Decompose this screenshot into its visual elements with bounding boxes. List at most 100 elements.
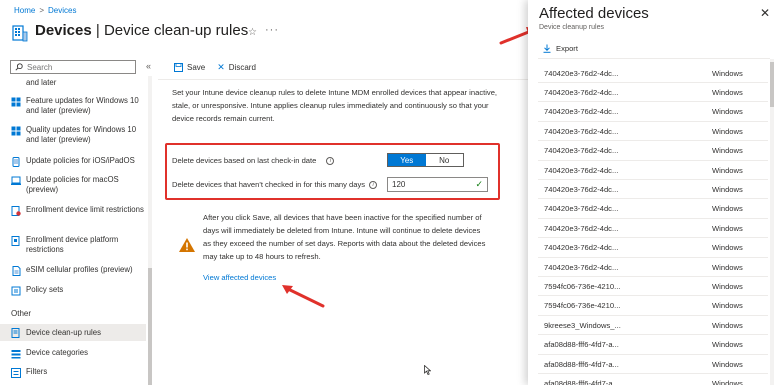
sidebar-item-enrollment-platform[interactable]: Enrollment device platform restrictions	[0, 235, 146, 255]
windows-update-icon	[11, 126, 21, 136]
phone-update-icon	[12, 157, 20, 167]
sidebar-item-filters[interactable]: Filters	[0, 367, 146, 378]
sidebar-item-label: Policy sets	[26, 285, 64, 294]
device-name-cell: 740420e3-76d2-4dc...	[544, 262, 619, 272]
device-name-cell: 9kreese3_Windows_...	[544, 320, 621, 330]
table-row[interactable]: 740420e3-76d2-4dc... Windows	[538, 103, 768, 122]
info-icon[interactable]: i	[369, 180, 378, 189]
device-os-cell: Windows	[712, 223, 743, 233]
table-row[interactable]: 740420e3-76d2-4dc... Windows	[538, 258, 768, 277]
export-button[interactable]: Export	[543, 44, 578, 53]
device-name-cell: 740420e3-76d2-4dc...	[544, 184, 619, 194]
table-row[interactable]: 740420e3-76d2-4dc... Windows	[538, 83, 768, 103]
sidebar-item-and-later[interactable]: and later	[0, 78, 146, 89]
table-row[interactable]: afa08d88-fff6-4fd7-a... Windows	[538, 374, 768, 385]
delete-setting-label: Delete devices based on last check-in da…	[172, 156, 317, 165]
laptop-update-icon	[11, 176, 21, 185]
device-name-cell: afa08d88-fff6-4fd7-a...	[544, 359, 619, 369]
breadcrumb: Home > Devices	[14, 6, 76, 15]
sidebar-item-label: Device clean-up rules	[26, 327, 101, 337]
device-name-cell: 740420e3-76d2-4dc...	[544, 243, 619, 253]
search-input[interactable]	[27, 62, 127, 72]
page-title: Devices | Device clean-up rules	[35, 22, 248, 39]
sidebar-item-quality-updates[interactable]: Quality updates for Windows 10 and later…	[0, 125, 146, 145]
sidebar-item-device-categories[interactable]: Device categories	[0, 348, 146, 359]
sidebar-item-label: and later	[26, 78, 57, 87]
page-title-bold: Devices	[35, 22, 92, 39]
sidebar-item-device-cleanup-rules[interactable]: Device clean-up rules	[0, 324, 146, 341]
search-box[interactable]	[10, 60, 136, 74]
sidebar-item-label: Enrollment device limit restrictions	[26, 205, 144, 214]
info-icon[interactable]: i	[326, 156, 335, 165]
device-name-cell: 740420e3-76d2-4dc...	[544, 165, 619, 175]
sidebar-item-label: Filters	[26, 367, 48, 376]
breadcrumb-home-link[interactable]: Home	[14, 6, 35, 15]
table-row[interactable]: 7594fc06-736e-4210... Windows	[538, 277, 768, 297]
device-os-cell: Windows	[712, 281, 743, 291]
cleanup-rules-icon	[11, 327, 20, 338]
sidebar-nav: and later Feature updates for Windows 10…	[0, 76, 146, 385]
device-os-cell: Windows	[712, 320, 743, 330]
close-icon[interactable]: ✕	[760, 6, 770, 20]
toggle-no[interactable]: No	[426, 154, 464, 166]
device-os-cell: Windows	[712, 204, 743, 214]
table-row[interactable]: 740420e3-76d2-4dc... Windows	[538, 161, 768, 180]
sidebar-item-label: Enrollment device platform restrictions	[26, 235, 119, 254]
device-os-cell: Windows	[712, 87, 743, 97]
filters-icon	[11, 368, 21, 378]
days-setting-label: Delete devices that haven't checked in f…	[172, 180, 366, 189]
sidebar-scrollbar-thumb[interactable]	[148, 268, 152, 385]
delete-toggle[interactable]: Yes No	[387, 153, 464, 167]
sidebar-item-ios-updates[interactable]: Update policies for iOS/iPadOS	[0, 156, 146, 167]
save-button-label: Save	[187, 63, 206, 72]
enrollment-platform-icon	[11, 236, 20, 246]
view-affected-devices-link[interactable]: View affected devices	[203, 273, 276, 282]
export-button-label: Export	[556, 44, 578, 53]
days-input[interactable]: 120 ✓	[387, 177, 488, 192]
sidebar-item-macos-updates[interactable]: Update policies for macOS (preview)	[0, 175, 146, 195]
breadcrumb-devices-link[interactable]: Devices	[48, 6, 76, 15]
toggle-yes[interactable]: Yes	[388, 154, 426, 166]
table-row[interactable]: 7594fc06-736e-4210... Windows	[538, 297, 768, 316]
sidebar-item-esim[interactable]: eSIM cellular profiles (preview)	[0, 265, 146, 276]
device-os-cell: Windows	[712, 378, 743, 385]
panel-title: Affected devices	[539, 5, 649, 22]
save-button[interactable]: Save	[174, 63, 205, 72]
warning-icon	[179, 238, 195, 252]
table-row[interactable]: 740420e3-76d2-4dc... Windows	[538, 142, 768, 161]
table-row[interactable]: 740420e3-76d2-4dc... Windows	[538, 219, 768, 239]
device-name-cell: 7594fc06-736e-4210...	[544, 301, 621, 311]
collapse-sidebar-icon[interactable]: «	[146, 61, 151, 71]
device-os-cell: Windows	[712, 340, 743, 350]
device-os-cell: Windows	[712, 262, 743, 272]
pin-icon[interactable]: ☆	[248, 27, 257, 38]
table-row[interactable]: afa08d88-fff6-4fd7-a... Windows	[538, 336, 768, 355]
table-row[interactable]: 740420e3-76d2-4dc... Windows	[538, 180, 768, 200]
days-input-value: 120	[392, 180, 406, 189]
device-name-cell: 740420e3-76d2-4dc...	[544, 68, 619, 78]
more-options-icon[interactable]: ···	[265, 24, 279, 36]
discard-button[interactable]: ✕ Discard	[217, 62, 256, 73]
table-row[interactable]: 740420e3-76d2-4dc... Windows	[538, 239, 768, 258]
sidebar-section-other: Other	[11, 309, 32, 318]
panel-scrollbar[interactable]	[770, 59, 774, 385]
sidebar-item-feature-updates[interactable]: Feature updates for Windows 10 and later…	[0, 96, 146, 116]
table-row[interactable]: 740420e3-76d2-4dc... Windows	[538, 200, 768, 219]
download-icon	[543, 44, 551, 53]
panel-subtitle: Device cleanup rules	[539, 24, 604, 31]
sidebar-item-policy-sets[interactable]: Policy sets	[0, 285, 146, 296]
device-os-cell: Windows	[712, 146, 743, 156]
device-categories-icon	[11, 350, 21, 359]
table-row[interactable]: 9kreese3_Windows_... Windows	[538, 316, 768, 336]
table-row[interactable]: 740420e3-76d2-4dc... Windows	[538, 64, 768, 83]
devices-icon	[12, 25, 28, 42]
table-row[interactable]: afa08d88-fff6-4fd7-a... Windows	[538, 355, 768, 374]
sidebar-item-label: eSIM cellular profiles (preview)	[26, 265, 133, 274]
sidebar-item-enrollment-limit[interactable]: Enrollment device limit restrictions	[0, 205, 146, 216]
device-name-cell: 740420e3-76d2-4dc...	[544, 204, 619, 214]
table-row[interactable]: 740420e3-76d2-4dc... Windows	[538, 122, 768, 142]
page-description: Set your Intune device cleanup rules to …	[172, 88, 498, 123]
device-os-cell: Windows	[712, 68, 743, 78]
device-os-cell: Windows	[712, 107, 743, 117]
panel-scrollbar-thumb[interactable]	[770, 62, 774, 107]
